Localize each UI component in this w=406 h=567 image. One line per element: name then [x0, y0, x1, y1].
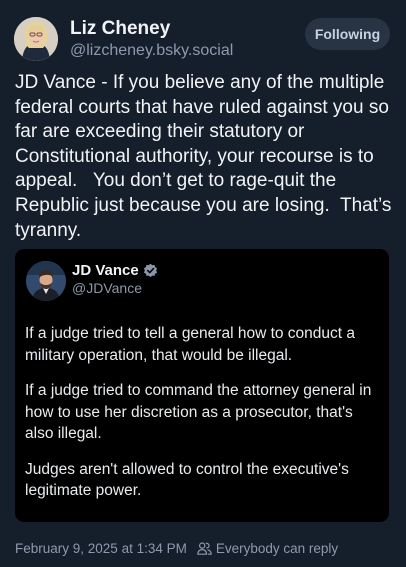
following-button[interactable]: Following — [305, 18, 390, 50]
post-timestamp[interactable]: February 9, 2025 at 1:34 PM — [15, 541, 187, 556]
author-avatar[interactable] — [14, 17, 58, 61]
reply-setting-label[interactable]: Everybody can reply — [216, 541, 338, 556]
quoted-paragraph: Judges aren't allowed to control the exe… — [25, 460, 349, 500]
quoted-paragraph: If a judge tried to tell a general how t… — [25, 325, 356, 364]
post-view: Liz Cheney @lizcheney.bsky.social Follow… — [0, 0, 406, 567]
author-handle[interactable]: @lizcheney.bsky.social — [70, 42, 233, 60]
quoted-author-name[interactable]: JD Vance — [72, 262, 139, 279]
author-name[interactable]: Liz Cheney — [70, 18, 170, 40]
quoted-post[interactable]: JD Vance @JDVance If a judge tried to te… — [15, 249, 389, 522]
quoted-author-name-row[interactable]: JD Vance — [72, 262, 158, 279]
profile-photo-icon — [14, 17, 58, 61]
profile-photo-icon — [26, 261, 66, 301]
post-text: JD Vance - If you believe any of the mul… — [15, 72, 397, 241]
quoted-author-avatar[interactable] — [26, 261, 66, 301]
reply-settings[interactable]: Everybody can reply — [197, 541, 338, 556]
quoted-post-text: If a judge tried to tell a general how t… — [25, 323, 381, 516]
quoted-paragraph: If a judge tried to command the attorney… — [25, 382, 372, 442]
people-icon — [197, 542, 212, 555]
verified-badge-icon — [143, 263, 157, 278]
quoted-author-handle[interactable]: @JDVance — [72, 280, 142, 296]
post-meta: February 9, 2025 at 1:34 PM Everybody ca… — [15, 541, 338, 556]
